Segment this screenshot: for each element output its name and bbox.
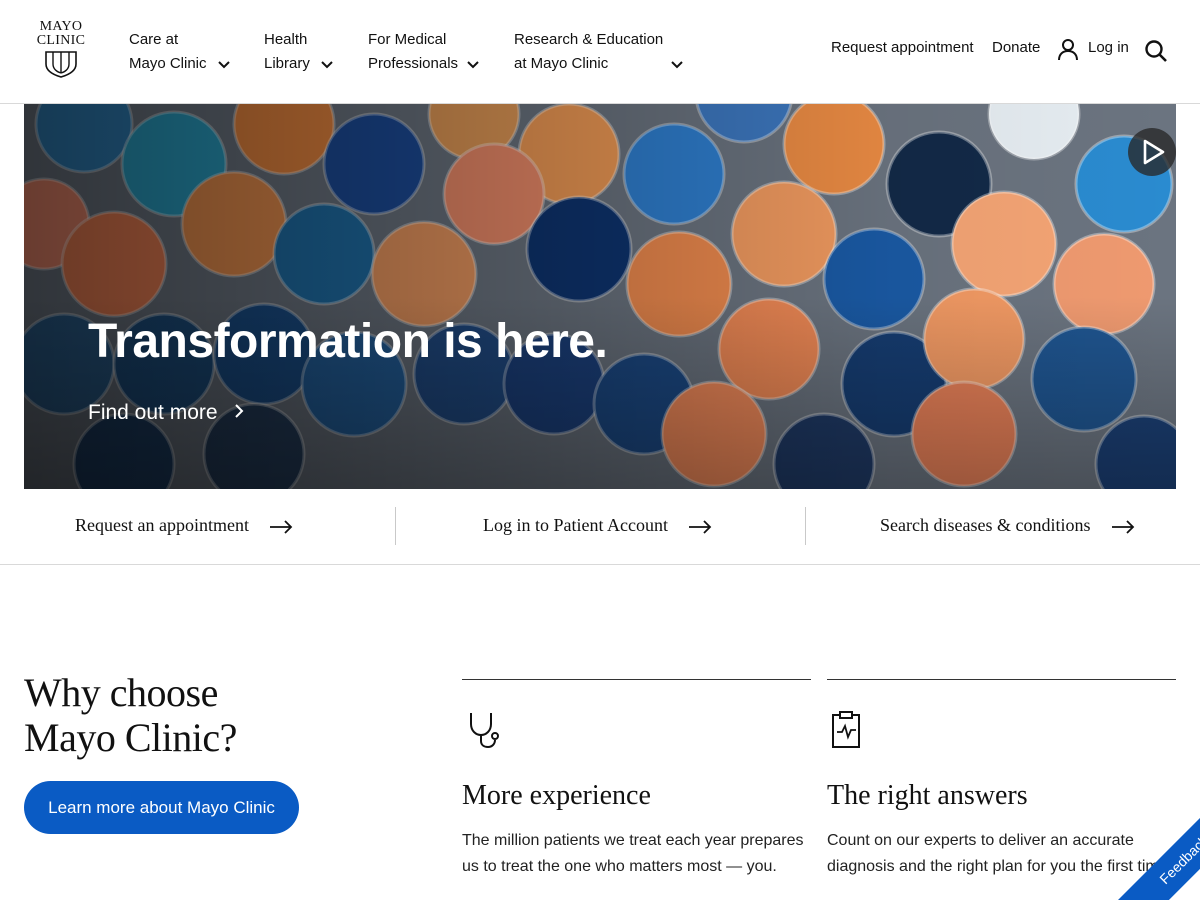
quick-link-label: Log in to Patient Account <box>483 515 668 535</box>
play-icon <box>1143 139 1165 165</box>
nav-for-medical-professionals[interactable]: For Medical Professionals <box>368 28 479 76</box>
nav-label-line1: For Medical <box>368 31 447 48</box>
chevron-right-icon <box>235 404 244 418</box>
hero-title: Transformation is here. <box>88 315 608 368</box>
donate-link[interactable]: Donate <box>992 39 1040 56</box>
feature-right-answers: The right answers Count on our experts t… <box>827 679 1176 875</box>
hero-banner: Transformation is here. Find out more <box>24 104 1176 489</box>
nav-research-education[interactable]: Research & Education at Mayo Clinic <box>514 28 683 76</box>
search-diseases-conditions-link[interactable]: Search diseases & conditions <box>880 515 1135 536</box>
log-in-patient-account-link[interactable]: Log in to Patient Account <box>483 515 712 536</box>
nav-label-line1: Care at <box>129 31 179 48</box>
nav-label-line2: at Mayo Clinic <box>514 55 609 72</box>
nav-label-line2: Library <box>264 55 310 72</box>
logo-wordmark-line1: MAYO <box>39 19 83 34</box>
chevron-down-icon <box>218 61 230 69</box>
feature-title: The right answers <box>827 780 1028 811</box>
mayo-clinic-logo[interactable]: MAYO CLINIC <box>32 20 90 84</box>
search-icon[interactable] <box>1144 39 1168 63</box>
request-an-appointment-link[interactable]: Request an appointment <box>75 515 293 536</box>
arrow-right-icon <box>1111 520 1135 534</box>
logo-wordmark-line2: CLINIC <box>36 33 86 48</box>
chevron-down-icon <box>321 61 333 69</box>
arrow-right-icon <box>689 520 712 534</box>
stethoscope-icon <box>470 713 499 749</box>
feature-text: The million patients we treat each year … <box>462 832 804 875</box>
quick-link-label: Request an appointment <box>75 515 249 535</box>
why-choose-heading: Why choose Mayo Clinic? <box>24 670 237 760</box>
nav-label-line1: Health <box>264 31 308 48</box>
nav-label-line2: Mayo Clinic <box>129 55 207 72</box>
find-out-more-label: Find out more <box>88 401 218 424</box>
arrow-right-icon <box>270 520 293 534</box>
nav-label-line2: Professionals <box>368 55 459 72</box>
chevron-down-icon <box>467 61 479 69</box>
site-header: MAYO CLINIC Care at Mayo Clinic Health L… <box>0 0 1200 104</box>
divider <box>395 507 396 545</box>
play-video-button[interactable] <box>1128 128 1176 176</box>
chevron-down-icon <box>671 61 683 69</box>
learn-more-button[interactable]: Learn more about Mayo Clinic <box>24 781 299 834</box>
request-appointment-link[interactable]: Request appointment <box>831 39 974 56</box>
user-icon[interactable] <box>1057 38 1079 62</box>
nav-care-at-mayo-clinic[interactable]: Care at Mayo Clinic <box>129 28 230 76</box>
shield-logo-icon <box>45 51 77 78</box>
why-title-line2: Mayo Clinic? <box>24 715 237 760</box>
log-in-link[interactable]: Log in <box>1088 39 1129 56</box>
why-title-line1: Why choose <box>24 670 218 715</box>
quick-links-bar: Request an appointment Log in to Patient… <box>0 489 1200 565</box>
nav-health-library[interactable]: Health Library <box>264 28 333 76</box>
clipboard-heartbeat-icon <box>832 711 860 748</box>
find-out-more-link[interactable]: Find out more <box>88 401 245 425</box>
quick-link-label: Search diseases & conditions <box>880 515 1091 535</box>
feature-more-experience: More experience The million patients we … <box>462 679 811 875</box>
nav-label-line1: Research & Education <box>514 31 664 48</box>
feature-text: Count on our experts to deliver an accur… <box>827 832 1173 875</box>
divider <box>805 507 806 545</box>
feature-title: More experience <box>462 780 651 811</box>
hero-overlay-bottom <box>24 104 1176 489</box>
